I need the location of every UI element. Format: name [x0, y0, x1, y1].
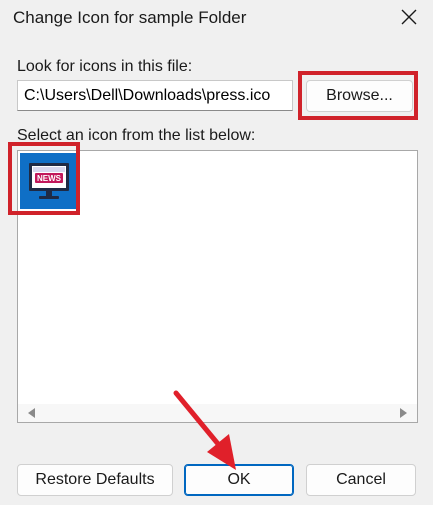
- news-icon-text: NEWS: [37, 174, 62, 183]
- horizontal-scrollbar[interactable]: [18, 404, 417, 422]
- browse-button[interactable]: Browse...: [306, 80, 413, 112]
- cancel-button[interactable]: Cancel: [306, 464, 416, 496]
- dialog-title: Change Icon for sample Folder: [13, 8, 247, 27]
- icon-list-item[interactable]: NEWS: [20, 153, 78, 209]
- scroll-left-arrow-icon[interactable]: [28, 408, 35, 418]
- ok-button[interactable]: OK: [184, 464, 294, 496]
- file-path-input[interactable]: [17, 80, 293, 111]
- news-monitor-icon: NEWS: [29, 163, 69, 199]
- close-button[interactable]: [393, 2, 425, 32]
- select-icon-label: Select an icon from the list below:: [17, 127, 256, 144]
- look-for-label: Look for icons in this file:: [17, 58, 193, 75]
- change-icon-dialog: Change Icon for sample Folder Look for i…: [0, 0, 433, 505]
- scroll-right-arrow-icon[interactable]: [400, 408, 407, 418]
- icon-list[interactable]: NEWS: [17, 150, 418, 423]
- close-icon: [401, 9, 417, 25]
- restore-defaults-button[interactable]: Restore Defaults: [17, 464, 173, 496]
